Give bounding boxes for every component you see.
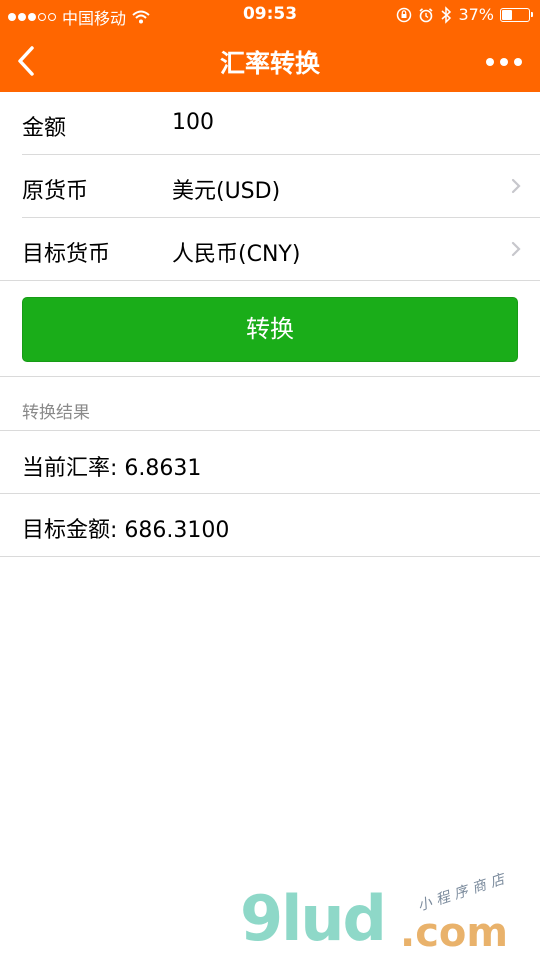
battery-percent: 37% [458, 5, 494, 24]
status-right: 37% [396, 5, 533, 24]
battery-icon [500, 7, 533, 22]
amount-row[interactable]: 金额 100 [22, 92, 540, 155]
bluetooth-icon [441, 5, 452, 24]
divider [0, 376, 540, 377]
lock-rotation-icon [397, 7, 412, 22]
target-amount-text: 目标金额: 686.3100 [22, 518, 230, 543]
conversion-form: 金额 100 原货币 美元(USD) 目标货币 人民币(CNY) [0, 92, 540, 281]
alarm-icon [419, 7, 433, 22]
status-bar: 中国移动 09:53 37% [0, 0, 540, 30]
current-rate-text: 当前汇率: 6.8631 [22, 456, 202, 481]
more-dots-icon[interactable] [486, 58, 522, 66]
divider [0, 556, 540, 557]
battery-level [502, 9, 512, 20]
divider [0, 430, 540, 431]
page-title: 汇率转换 [219, 49, 320, 78]
source-currency-picker[interactable]: 美元(USD) [172, 173, 280, 205]
convert-button[interactable]: 转换 [22, 297, 518, 362]
nav-bar: 汇率转换 [0, 30, 540, 92]
watermark-domain: .com [400, 910, 509, 956]
chevron-right-icon [511, 241, 521, 257]
watermark-logo-text: 9lud [240, 882, 387, 955]
target-currency-picker[interactable]: 人民币(CNY) [172, 236, 300, 268]
target-currency-row[interactable]: 目标货币 人民币(CNY) [0, 218, 540, 281]
amount-input[interactable]: 100 [172, 110, 214, 135]
source-currency-row[interactable]: 原货币 美元(USD) [22, 155, 540, 218]
divider [0, 493, 540, 494]
watermark-tagline: 小程序商店 [415, 869, 512, 915]
amount-label: 金额 [22, 116, 67, 141]
source-currency-label: 原货币 [22, 179, 89, 204]
target-currency-label: 目标货币 [22, 242, 111, 267]
chevron-right-icon [511, 178, 521, 194]
result-section-title: 转换结果 [22, 403, 90, 423]
